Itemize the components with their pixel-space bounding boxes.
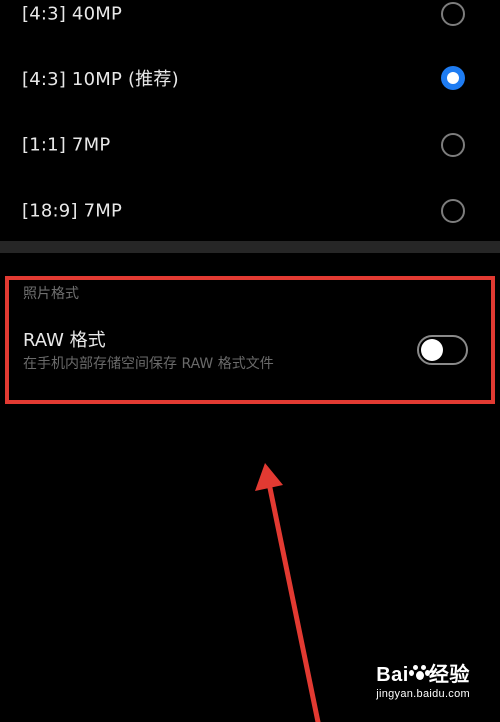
radio-dot — [447, 72, 459, 84]
baidu-jingyan-watermark: Bai 经验 jingyan.baidu.com — [376, 665, 470, 700]
resolution-option-10mp[interactable]: [4:3] 10MP (推荐) — [0, 50, 500, 106]
radio-unselected-icon[interactable] — [441, 199, 465, 223]
radio-unselected-icon[interactable] — [441, 133, 465, 157]
watermark-brand-right: 经验 — [428, 664, 470, 686]
resolution-option-40mp[interactable]: [4:3] 40MP — [0, 0, 500, 42]
watermark-url: jingyan.baidu.com — [376, 688, 470, 700]
camera-resolution-settings-screen: [4:3] 40MP [4:3] 10MP (推荐) [1:1] 7MP [18… — [0, 0, 500, 722]
watermark-brand-left: Bai — [376, 664, 409, 686]
resolution-option-label: [4:3] 40MP — [22, 3, 123, 25]
radio-selected-icon[interactable] — [441, 66, 465, 90]
resolution-option-18-9-7mp[interactable]: [18:9] 7MP — [0, 183, 500, 239]
baidu-paw-logo-icon — [408, 665, 430, 683]
resolution-option-label: [4:3] 10MP (推荐) — [22, 69, 179, 90]
radio-unselected-icon[interactable] — [441, 2, 465, 26]
annotation-highlight-box — [5, 276, 495, 404]
resolution-option-label: [1:1] 7MP — [22, 134, 111, 156]
resolution-option-label: [18:9] 7MP — [22, 200, 123, 222]
resolution-option-1-1-7mp[interactable]: [1:1] 7MP — [0, 117, 500, 173]
watermark-brand: Bai 经验 — [376, 665, 470, 685]
section-divider — [0, 241, 500, 253]
